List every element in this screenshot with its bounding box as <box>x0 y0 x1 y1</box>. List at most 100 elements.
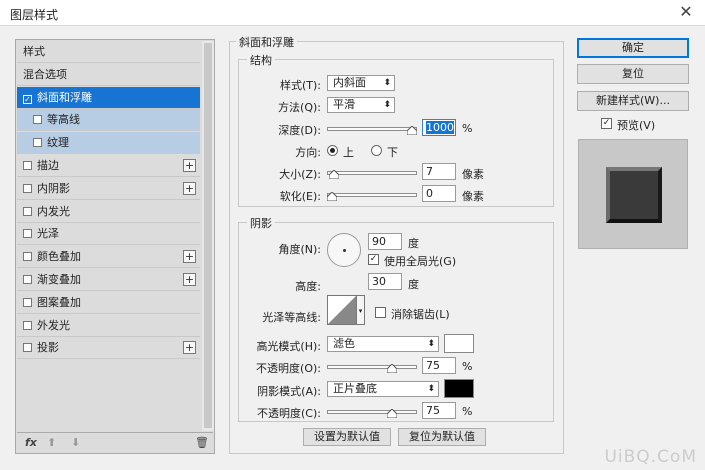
angle-input[interactable]: 90 <box>368 233 402 250</box>
shadow-opacity-thumb[interactable] <box>387 409 397 418</box>
fx-icon[interactable]: fx <box>25 436 37 449</box>
add-effect-icon[interactable]: + <box>183 181 196 195</box>
list-item-checkbox[interactable] <box>33 138 42 148</box>
style-value: 内斜面 <box>333 76 366 89</box>
angle-label: 角度(N): <box>278 243 321 256</box>
shadow-mode-dropdown[interactable]: 正片叠底 ⬍ <box>327 381 439 397</box>
size-slider[interactable] <box>327 170 417 179</box>
list-item-checkbox[interactable] <box>23 161 32 170</box>
global-light-checkbox[interactable]: ✓ <box>368 254 379 265</box>
method-label: 方法(Q): <box>278 101 321 114</box>
method-dropdown[interactable]: 平滑 ⬍ <box>327 97 395 113</box>
size-input[interactable]: 7 <box>422 163 456 180</box>
altitude-input[interactable]: 30 <box>368 273 402 290</box>
size-slider-thumb[interactable] <box>329 170 340 179</box>
list-item[interactable]: 渐变叠加 + <box>17 269 200 291</box>
shading-group: 阴影 角度(N): 90 度 ✓ 使用全局光(G) 高度: 30 度 光泽等高线… <box>238 215 554 422</box>
make-default-button[interactable]: 设置为默认值 <box>303 428 391 446</box>
list-item[interactable]: ✓ 斜面和浮雕 <box>17 86 200 109</box>
shadow-mode-label: 阴影模式(A): <box>257 385 321 398</box>
move-down-icon[interactable]: ⬇ <box>71 436 80 449</box>
list-item-label: 颜色叠加 <box>37 250 81 264</box>
highlight-color-swatch[interactable] <box>444 334 474 353</box>
list-item-label: 光泽 <box>37 227 59 241</box>
list-item[interactable]: 描边 + <box>17 155 200 177</box>
list-item-checkbox[interactable] <box>23 275 32 284</box>
list-item-checkbox[interactable] <box>23 297 32 307</box>
shadow-color-swatch[interactable] <box>444 379 474 398</box>
depth-slider[interactable] <box>327 126 417 135</box>
list-item[interactable]: 外发光 <box>17 315 200 337</box>
list-item[interactable]: 投影 + <box>17 337 200 360</box>
add-effect-icon[interactable]: + <box>183 341 196 355</box>
list-item[interactable]: 内阴影 + <box>17 178 200 200</box>
list-item-checkbox[interactable] <box>23 183 32 193</box>
highlight-mode-value: 滤色 <box>333 337 355 350</box>
highlight-mode-dropdown[interactable]: 滤色 ⬍ <box>327 336 439 352</box>
list-item-checkbox[interactable] <box>23 229 32 239</box>
new-style-button[interactable]: 新建样式(W)... <box>577 91 689 111</box>
list-item[interactable]: 样式 <box>17 41 200 63</box>
list-item-checkbox[interactable] <box>23 320 32 330</box>
angle-dial[interactable] <box>327 233 361 267</box>
style-preview <box>578 139 688 249</box>
list-item-checkbox[interactable]: ✓ <box>23 94 32 104</box>
add-effect-icon[interactable]: + <box>183 273 196 286</box>
reset-default-button[interactable]: 复位为默认值 <box>398 428 486 446</box>
list-footer: fx ⬆ ⬇ 🗑 <box>17 432 213 453</box>
style-dropdown[interactable]: 内斜面 ⬍ <box>327 75 395 91</box>
direction-down-radio[interactable] <box>371 145 382 156</box>
list-item-label: 纹理 <box>47 136 69 150</box>
direction-up-radio[interactable] <box>327 145 338 156</box>
depth-slider-thumb[interactable] <box>407 126 417 135</box>
soften-label: 软化(E): <box>279 190 321 203</box>
highlight-opacity-input[interactable]: 75 <box>422 357 456 374</box>
gloss-contour-picker[interactable] <box>327 295 357 325</box>
list-item-label: 样式 <box>23 45 45 58</box>
title-bar: 图层样式 ✕ <box>0 0 705 26</box>
list-item-checkbox[interactable] <box>23 252 32 262</box>
soften-slider[interactable] <box>327 192 417 201</box>
list-item-label: 混合选项 <box>23 67 67 81</box>
list-item[interactable]: 内发光 <box>17 201 200 223</box>
list-item[interactable]: 纹理 <box>17 132 200 155</box>
styles-list: 样式 混合选项 ✓ 斜面和浮雕 等高线 纹理 描边 + 内阴影 + 内发光 光泽 颜色叠加 + 渐变叠加 + 图… <box>15 39 215 454</box>
soften-slider-thumb[interactable] <box>327 192 337 201</box>
highlight-opacity-slider[interactable] <box>327 364 417 373</box>
window-title: 图层样式 <box>10 8 59 22</box>
style-label: 样式(T): <box>279 79 321 92</box>
antialias-checkbox[interactable] <box>375 307 386 318</box>
shadow-mode-value: 正片叠底 <box>333 382 377 395</box>
close-icon[interactable]: ✕ <box>676 3 696 23</box>
dropdown-arrow-icon: ⬍ <box>383 78 391 88</box>
preview-checkbox[interactable]: ✓ <box>601 118 612 129</box>
ok-button[interactable]: 确定 <box>577 38 689 58</box>
trash-icon[interactable]: 🗑 <box>195 436 209 449</box>
move-up-icon[interactable]: ⬆ <box>47 436 56 449</box>
list-item[interactable]: 颜色叠加 + <box>17 246 200 269</box>
list-item[interactable]: 等高线 <box>17 109 200 132</box>
list-item[interactable]: 图案叠加 <box>17 292 200 314</box>
shadow-opacity-slider[interactable] <box>327 409 417 418</box>
scrollbar-thumb[interactable] <box>204 43 212 428</box>
list-item-checkbox[interactable] <box>33 115 42 125</box>
list-item[interactable]: 混合选项 <box>17 64 200 86</box>
antialias-label: 消除锯齿(L) <box>391 308 450 321</box>
list-item-label: 外发光 <box>37 318 70 332</box>
list-item-checkbox[interactable] <box>23 206 32 216</box>
list-item[interactable]: 光泽 <box>17 223 200 246</box>
soften-input[interactable]: 0 <box>422 185 456 202</box>
dropdown-arrow-icon: ⬍ <box>427 339 435 349</box>
altitude-unit: 度 <box>408 278 419 291</box>
contour-curve-icon <box>328 296 356 324</box>
contour-dropdown-arrow-icon[interactable]: ▾ <box>357 295 365 325</box>
highlight-opacity-thumb[interactable] <box>387 364 397 373</box>
list-item-checkbox[interactable] <box>23 343 32 353</box>
add-effect-icon[interactable]: + <box>183 250 196 264</box>
shadow-opacity-input[interactable]: 75 <box>422 402 456 419</box>
gloss-contour-label: 光泽等高线: <box>262 311 321 324</box>
add-effect-icon[interactable]: + <box>183 159 196 172</box>
reset-button[interactable]: 复位 <box>577 64 689 84</box>
shadow-opacity-unit: % <box>462 405 473 418</box>
depth-input[interactable]: 1000 <box>422 119 456 136</box>
